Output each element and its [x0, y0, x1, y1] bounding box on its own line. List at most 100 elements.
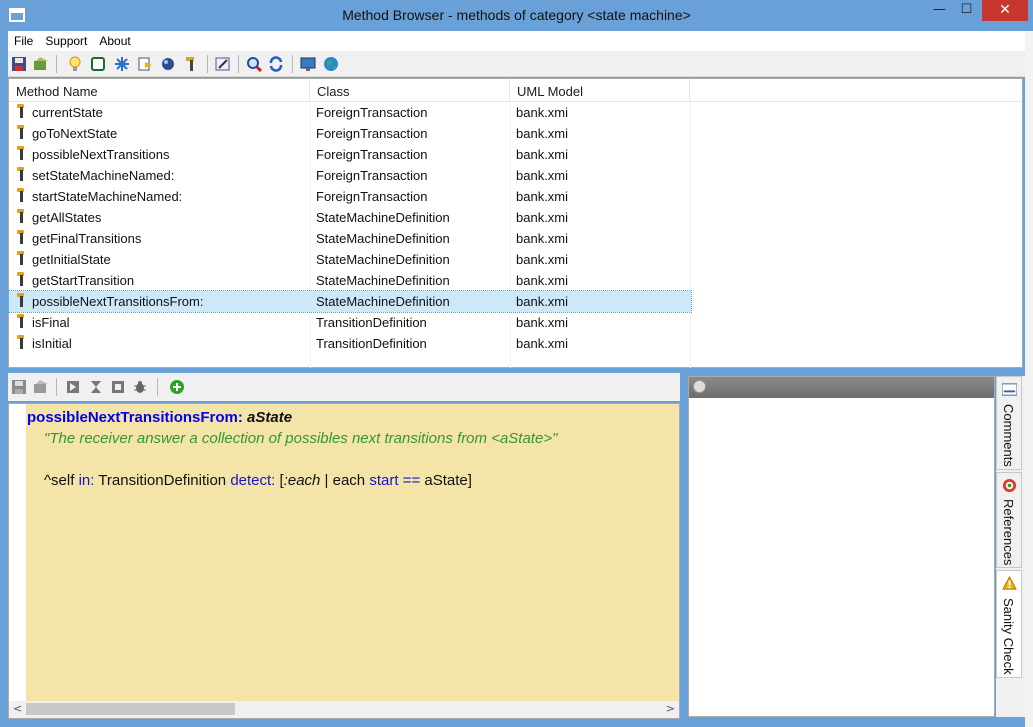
tab-comments[interactable]: Comments — [996, 376, 1022, 470]
class-cell: StateMachineDefinition — [316, 231, 450, 246]
class-cell: ForeignTransaction — [316, 105, 428, 120]
class-cell: TransitionDefinition — [316, 336, 427, 351]
open-icon[interactable] — [33, 56, 49, 72]
method-name-cell: getInitialState — [32, 252, 111, 267]
toolbar-separator — [238, 55, 239, 73]
uml-model-cell: bank.xmi — [516, 168, 569, 183]
minimize-button[interactable]: — — [926, 0, 953, 21]
table-row[interactable]: startStateMachineNamed: ForeignTransactio… — [9, 186, 691, 207]
table-row[interactable]: getFinalTransitions StateMachineDefinitio… — [9, 228, 691, 249]
save-icon[interactable] — [11, 379, 27, 395]
monitor-icon[interactable] — [300, 56, 316, 72]
table-row[interactable]: isInitial TransitionDefinition bank.xmi — [9, 333, 691, 354]
toolbar-separator — [157, 378, 158, 396]
method-browser-window: Method Browser - methods of category <st… — [0, 0, 1033, 727]
method-name-cell: possibleNextTransitionsFrom: — [32, 294, 204, 309]
window-edge — [1025, 31, 1033, 727]
search-icon[interactable] — [246, 56, 262, 72]
table-row[interactable]: possibleNextTransitions ForeignTransactio… — [9, 144, 691, 165]
scroll-left-icon[interactable]: < — [13, 702, 22, 715]
scroll-right-icon[interactable]: > — [666, 702, 675, 715]
horizontal-scrollbar[interactable]: < > — [9, 701, 679, 718]
bug-icon[interactable] — [132, 379, 148, 395]
lightbulb-icon[interactable] — [67, 56, 83, 72]
toolbar-separator — [56, 378, 57, 396]
method-name-cell: isFinal — [32, 315, 70, 330]
menu-file[interactable]: File — [8, 31, 39, 48]
method-comment: "The receiver answer a collection of pos… — [44, 430, 558, 447]
class-cell: StateMachineDefinition — [316, 294, 450, 309]
editor-gutter — [9, 404, 26, 701]
earth-icon[interactable] — [323, 56, 339, 72]
close-button[interactable]: ✕ — [982, 0, 1028, 21]
method-icon — [17, 230, 24, 244]
table-row[interactable]: setStateMachineNamed: ForeignTransaction b… — [9, 165, 691, 186]
code-text: ^self — [44, 472, 79, 489]
step-into-icon[interactable] — [65, 379, 81, 395]
tab-references[interactable]: References — [996, 472, 1022, 568]
table-row[interactable]: isFinal TransitionDefinition bank.xmi — [9, 312, 691, 333]
method-name-cell: possibleNextTransitions — [32, 147, 170, 162]
method-name-cell: getAllStates — [32, 210, 102, 225]
code-editor-frame: possibleNextTransitionsFrom: aState "The… — [8, 403, 680, 719]
snowflake-icon[interactable] — [114, 56, 130, 72]
menu-bar: File Support About — [8, 31, 1025, 51]
menu-support[interactable]: Support — [39, 31, 93, 48]
tab-sanity-check[interactable]: Sanity Check — [996, 570, 1022, 678]
uml-model-cell: bank.xmi — [516, 273, 569, 288]
method-icon — [17, 167, 24, 181]
uml-model-cell: bank.xmi — [516, 294, 569, 309]
table-row[interactable]: currentState ForeignTransaction bank.xmi — [9, 102, 691, 123]
table-row[interactable]: getStartTransition StateMachineDefinition… — [9, 270, 691, 291]
column-header-uml-model[interactable]: UML Model — [510, 79, 690, 102]
menu-about[interactable]: About — [93, 31, 136, 48]
class-cell: ForeignTransaction — [316, 126, 428, 141]
maximize-button[interactable]: ☐ — [953, 0, 980, 21]
scrollbar-thumb[interactable] — [26, 703, 235, 715]
refresh-icon[interactable] — [268, 56, 284, 72]
table-row[interactable]: getInitialState StateMachineDefinition ban… — [9, 249, 691, 270]
uml-model-cell: bank.xmi — [516, 210, 569, 225]
step-over-icon[interactable] — [110, 379, 126, 395]
tab-sanity-check-label: Sanity Check — [1001, 598, 1016, 675]
save-icon[interactable] — [11, 56, 27, 72]
add-icon[interactable] — [169, 379, 185, 395]
toolbar-separator — [292, 55, 293, 73]
side-tab-strip: Comments References Sanity Check — [996, 376, 1025, 717]
code-text: TransitionDefinition — [94, 472, 231, 489]
table-row[interactable]: possibleNextTransitionsFrom: StateMachine… — [8, 290, 692, 313]
method-body: ^self in: TransitionDefinition detect: [… — [44, 472, 472, 489]
open-icon[interactable] — [33, 379, 49, 395]
method-icon — [17, 146, 24, 160]
method-name-cell: isInitial — [32, 336, 72, 351]
uml-model-cell: bank.xmi — [516, 231, 569, 246]
square-icon[interactable] — [90, 56, 106, 72]
table-row[interactable]: goToNextState ForeignTransaction bank.xmi — [9, 123, 691, 144]
warning-icon — [1002, 576, 1017, 590]
code-text: [ — [275, 472, 284, 489]
class-cell: ForeignTransaction — [316, 147, 428, 162]
column-header-method-name[interactable]: Method Name — [9, 79, 310, 102]
method-name-cell: startStateMachineNamed: — [32, 189, 183, 204]
toolbar-separator — [56, 55, 57, 73]
code-editor[interactable]: possibleNextTransitionsFrom: aState "The… — [26, 404, 679, 701]
uml-model-cell: bank.xmi — [516, 315, 569, 330]
table-row[interactable]: getAllStates StateMachineDefinition bank.x… — [9, 207, 691, 228]
title-bar[interactable]: Method Browser - methods of category <st… — [0, 0, 1033, 31]
column-header-class[interactable]: Class — [310, 79, 510, 102]
method-name-cell: getStartTransition — [32, 273, 135, 288]
method-icon — [17, 188, 24, 202]
uml-model-cell: bank.xmi — [516, 126, 569, 141]
class-cell: StateMachineDefinition — [316, 273, 450, 288]
method-list-header: Method Name Class UML Model — [9, 79, 1022, 102]
edit-icon[interactable] — [215, 56, 231, 72]
globe-icon[interactable] — [160, 56, 176, 72]
method-argument: aState — [247, 409, 293, 426]
references-icon — [1002, 478, 1017, 493]
tab-comments-label: Comments — [1001, 404, 1016, 467]
method-icon[interactable] — [183, 56, 199, 72]
method-name-cell: currentState — [32, 105, 103, 120]
hourglass-icon[interactable] — [88, 379, 104, 395]
editor-toolbar — [8, 373, 680, 401]
bookmark-icon[interactable] — [137, 56, 153, 72]
